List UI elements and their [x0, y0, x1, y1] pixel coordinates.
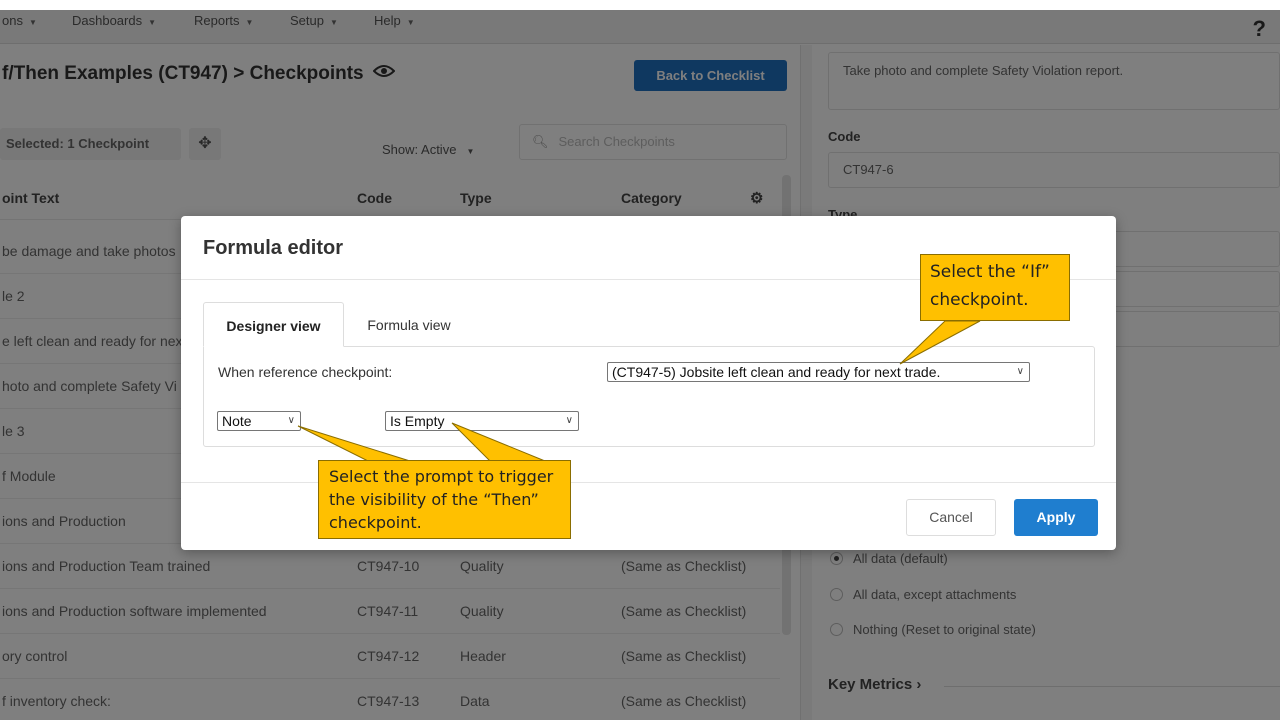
top-strip: [0, 0, 1280, 10]
cancel-button[interactable]: Cancel: [906, 499, 996, 536]
chevron-down-icon: ∨: [565, 415, 573, 426]
if-checkpoint-callout: Select the “If” checkpoint.: [920, 254, 1070, 321]
reference-checkpoint-value: (CT947-5) Jobsite left clean and ready f…: [612, 364, 941, 380]
prompt-select[interactable]: Note ∨: [217, 411, 301, 431]
prompt-callout: Select the prompt to trigger the visibil…: [318, 460, 571, 539]
condition-value: Is Empty: [390, 413, 445, 429]
prompt-value: Note: [222, 413, 252, 429]
apply-button[interactable]: Apply: [1014, 499, 1098, 536]
when-reference-label: When reference checkpoint:: [218, 364, 393, 380]
condition-select[interactable]: Is Empty ∨: [385, 411, 579, 431]
dialog-title: Formula editor: [203, 237, 344, 259]
tab-designer-view[interactable]: Designer view: [203, 302, 344, 347]
reference-checkpoint-select[interactable]: (CT947-5) Jobsite left clean and ready f…: [607, 362, 1030, 382]
chevron-down-icon: ∨: [287, 415, 295, 426]
tab-formula-view[interactable]: Formula view: [344, 302, 474, 347]
chevron-down-icon: ∨: [1016, 366, 1024, 377]
